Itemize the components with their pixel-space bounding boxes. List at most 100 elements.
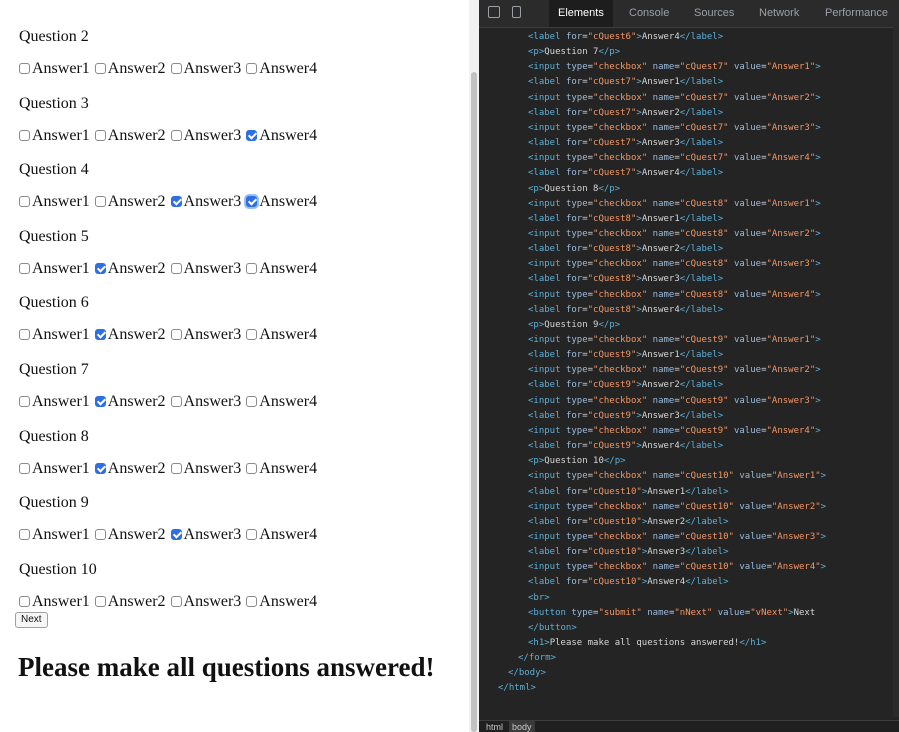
dom-node-line[interactable]: <label for="cQuest7">Answer2</label> — [528, 106, 723, 120]
answer-label[interactable]: Answer3 — [184, 326, 242, 343]
checkbox-unchecked[interactable] — [19, 263, 30, 274]
answer-option[interactable]: Answer2 — [94, 127, 166, 145]
answer-label[interactable]: Answer4 — [259, 127, 317, 144]
tab-performance[interactable]: Performance — [825, 7, 888, 19]
answer-label[interactable]: Answer4 — [259, 193, 317, 210]
checkbox-unchecked[interactable] — [170, 263, 182, 274]
dom-node-line[interactable]: <p>Question 10</p> — [528, 454, 626, 468]
dom-node-line[interactable]: <h1>Please make all questions answered!<… — [528, 636, 766, 650]
dom-node-line[interactable]: <label for="cQuest8">Answer2</label> — [528, 242, 723, 256]
checkbox-unchecked[interactable] — [246, 329, 258, 340]
answer-option[interactable]: Answer3 — [170, 260, 241, 278]
checkbox-unchecked[interactable] — [246, 463, 258, 474]
answer-option[interactable]: Answer1 — [19, 326, 90, 344]
next-button[interactable]: Next — [15, 612, 48, 628]
answer-option[interactable]: Answer4 — [246, 393, 317, 411]
answer-option[interactable]: Answer3 — [170, 593, 241, 611]
checkbox-checked[interactable] — [94, 263, 106, 274]
tab-network[interactable]: Network — [759, 7, 799, 19]
answer-label[interactable]: Answer2 — [108, 193, 166, 210]
checkbox-unchecked[interactable] — [19, 63, 30, 74]
checkbox-unchecked[interactable] — [170, 596, 182, 607]
dom-node-line[interactable]: <input type="checkbox" name="cQuest10" v… — [528, 500, 826, 514]
dom-node-line[interactable]: <label for="cQuest7">Answer4</label> — [528, 166, 723, 180]
answer-option[interactable]: Answer4 — [246, 526, 317, 544]
dom-node-line[interactable]: <label for="cQuest8">Answer3</label> — [528, 272, 723, 286]
checkbox-unchecked[interactable] — [94, 529, 106, 540]
breadcrumb-html[interactable]: html — [483, 721, 506, 732]
dom-node-line[interactable]: <input type="checkbox" name="cQuest7" va… — [528, 121, 821, 135]
answer-label[interactable]: Answer2 — [108, 260, 166, 277]
answer-label[interactable]: Answer2 — [108, 60, 166, 77]
answer-label[interactable]: Answer4 — [259, 460, 317, 477]
answer-option[interactable]: Answer3 — [170, 127, 241, 145]
tab-sources[interactable]: Sources — [694, 7, 734, 19]
answer-label[interactable]: Answer4 — [259, 393, 317, 410]
checkbox-unchecked[interactable] — [19, 463, 30, 474]
checkbox-unchecked[interactable] — [94, 130, 106, 141]
checkbox-checked[interactable] — [94, 329, 106, 340]
dom-node-line[interactable]: <input type="checkbox" name="cQuest9" va… — [528, 424, 821, 438]
answer-label[interactable]: Answer4 — [259, 593, 317, 610]
checkbox-checked[interactable] — [246, 130, 258, 141]
dom-node-line[interactable]: <input type="checkbox" name="cQuest10" v… — [528, 469, 826, 483]
checkbox-unchecked[interactable] — [246, 63, 258, 74]
answer-label[interactable]: Answer3 — [184, 460, 242, 477]
checkbox-unchecked[interactable] — [170, 63, 182, 74]
dom-node-line[interactable]: <br> — [528, 591, 550, 605]
dom-node-line[interactable]: <button type="submit" name="nNext" value… — [528, 606, 815, 620]
answer-option[interactable]: Answer4 — [246, 460, 317, 478]
answer-option[interactable]: Answer2 — [94, 260, 166, 278]
answer-label[interactable]: Answer4 — [259, 60, 317, 77]
answer-label[interactable]: Answer1 — [32, 526, 90, 543]
dom-node-line[interactable]: <label for="cQuest9">Answer3</label> — [528, 409, 723, 423]
dom-node-line[interactable]: <input type="checkbox" name="cQuest7" va… — [528, 60, 821, 74]
answer-label[interactable]: Answer3 — [184, 393, 242, 410]
answer-option[interactable]: Answer1 — [19, 60, 90, 78]
dom-node-line[interactable]: <label for="cQuest6">Answer4</label> — [528, 30, 723, 44]
answer-option[interactable]: Answer4 — [246, 593, 317, 611]
dom-node-line[interactable]: <label for="cQuest7">Answer1</label> — [528, 75, 723, 89]
dom-node-line[interactable]: <input type="checkbox" name="cQuest7" va… — [528, 151, 821, 165]
device-toggle-icon[interactable] — [512, 6, 521, 18]
dom-node-line[interactable]: <label for="cQuest10">Answer4</label> — [528, 575, 729, 589]
checkbox-checked[interactable] — [170, 196, 182, 207]
breadcrumb-body[interactable]: body — [509, 721, 535, 732]
dom-node-line[interactable]: </form> — [518, 651, 556, 665]
dom-node-line[interactable]: <p>Question 8</p> — [528, 182, 620, 196]
answer-option[interactable]: Answer4 — [246, 127, 317, 145]
answer-option[interactable]: Answer4 — [246, 260, 317, 278]
dom-node-line[interactable]: <input type="checkbox" name="cQuest8" va… — [528, 288, 821, 302]
dom-node-line[interactable]: <label for="cQuest9">Answer1</label> — [528, 348, 723, 362]
answer-option[interactable]: Answer3 — [170, 460, 242, 478]
dom-node-line[interactable]: </html> — [498, 681, 536, 695]
answer-option[interactable]: Answer2 — [94, 393, 166, 411]
answer-option[interactable]: Answer2 — [94, 60, 166, 78]
answer-option[interactable]: Answer3 — [170, 326, 242, 344]
answer-label[interactable]: Answer1 — [32, 326, 90, 343]
dom-node-line[interactable]: <label for="cQuest9">Answer2</label> — [528, 378, 723, 392]
checkbox-unchecked[interactable] — [246, 396, 258, 407]
dom-node-line[interactable]: </button> — [528, 621, 577, 635]
dom-node-line[interactable]: <input type="checkbox" name="cQuest9" va… — [528, 363, 821, 377]
checkbox-checked[interactable] — [246, 196, 258, 207]
answer-option[interactable]: Answer3 — [170, 393, 242, 411]
dom-node-line[interactable]: <input type="checkbox" name="cQuest8" va… — [528, 227, 821, 241]
answer-option[interactable]: Answer4 — [246, 326, 317, 344]
answer-option[interactable]: Answer1 — [19, 393, 90, 411]
checkbox-unchecked[interactable] — [94, 596, 106, 607]
page-scrollbar[interactable] — [469, 0, 479, 732]
page-scrollbar-thumb[interactable] — [471, 72, 477, 732]
tab-elements[interactable]: Elements — [549, 0, 613, 27]
answer-option[interactable]: Answer2 — [94, 526, 166, 544]
checkbox-unchecked[interactable] — [19, 130, 30, 141]
dom-node-line[interactable]: <label for="cQuest7">Answer3</label> — [528, 136, 723, 150]
checkbox-checked[interactable] — [170, 529, 182, 540]
answer-option[interactable]: Answer3 — [170, 526, 241, 544]
checkbox-unchecked[interactable] — [19, 196, 30, 207]
answer-option[interactable]: Answer2 — [94, 326, 166, 344]
dom-node-line[interactable]: <p>Question 7</p> — [528, 45, 620, 59]
dom-node-line[interactable]: </body> — [508, 666, 546, 680]
answer-option[interactable]: Answer4 — [246, 60, 317, 78]
checkbox-unchecked[interactable] — [94, 63, 106, 74]
